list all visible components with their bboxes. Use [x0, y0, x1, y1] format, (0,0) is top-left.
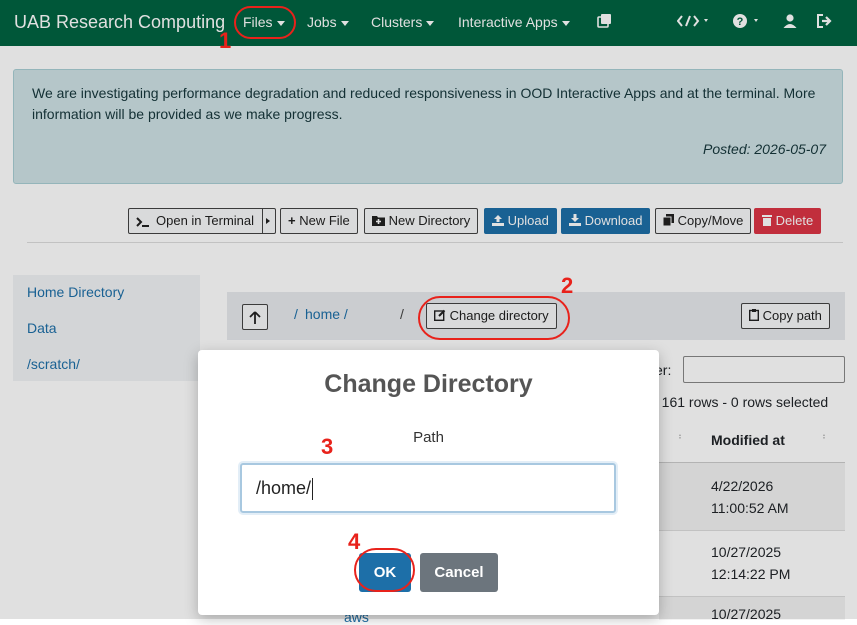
dialog-title: Change Directory [324, 370, 533, 398]
annotation-circle [418, 296, 570, 340]
annotation-number: 4 [348, 529, 361, 554]
annotation-number: 2 [561, 273, 574, 298]
annotation-number: 1 [219, 28, 232, 53]
annotation-circle [354, 548, 415, 592]
path-input[interactable]: /home/ [240, 463, 616, 513]
change-directory-dialog: Change Directory Path /home/ OK Cancel [198, 350, 659, 615]
path-label: Path [413, 429, 444, 446]
text-cursor [312, 478, 314, 501]
annotation-circle [234, 6, 296, 39]
cancel-button[interactable]: Cancel [420, 553, 498, 592]
annotation-number: 3 [321, 434, 334, 459]
